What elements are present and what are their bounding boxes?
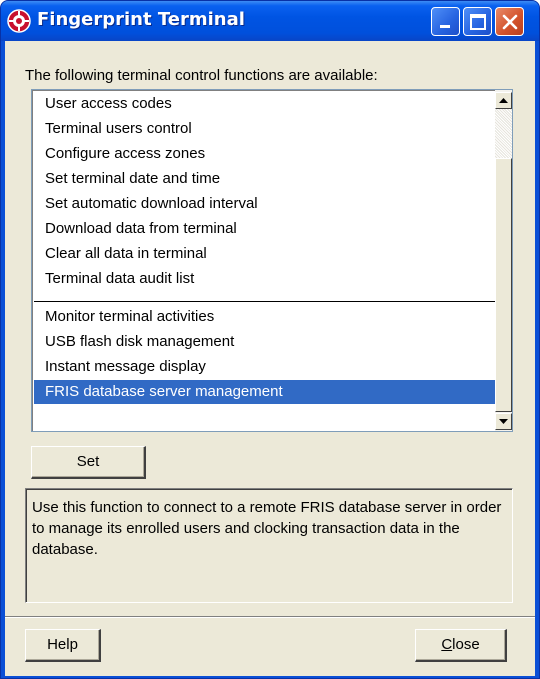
- footer-divider: [5, 616, 535, 618]
- list-item[interactable]: Set terminal date and time: [34, 167, 495, 191]
- gear-icon: [7, 9, 31, 33]
- scrollbar-thumb[interactable]: [495, 158, 512, 412]
- list-item[interactable]: Configure access zones: [34, 142, 495, 166]
- scroll-up-button[interactable]: [495, 92, 512, 109]
- window-title: Fingerprint Terminal: [37, 9, 245, 30]
- close-button[interactable]: Close: [415, 629, 507, 662]
- list-item[interactable]: Monitor terminal activities: [34, 305, 495, 329]
- scroll-down-button[interactable]: [495, 413, 512, 430]
- list-item[interactable]: Instant message display: [34, 355, 495, 379]
- list-item[interactable]: Set automatic download interval: [34, 192, 495, 216]
- minimize-icon: [440, 25, 450, 28]
- title-bar[interactable]: Fingerprint Terminal: [1, 1, 539, 41]
- minimize-button[interactable]: [431, 7, 460, 36]
- intro-label: The following terminal control functions…: [25, 67, 378, 84]
- help-button[interactable]: Help: [25, 629, 101, 662]
- list-item[interactable]: User access codes: [34, 92, 495, 116]
- app-window: Fingerprint Terminal The following termi…: [0, 0, 540, 679]
- list-item[interactable]: Terminal users control: [34, 117, 495, 141]
- arrow-down-icon: [499, 419, 508, 424]
- list-item[interactable]: USB flash disk management: [34, 330, 495, 354]
- vertical-scrollbar[interactable]: [495, 90, 512, 431]
- list-item-selected[interactable]: FRIS database server management: [34, 380, 495, 404]
- arrow-up-icon: [499, 98, 508, 103]
- list-item[interactable]: Terminal data audit list: [34, 267, 495, 291]
- maximize-button[interactable]: [463, 7, 492, 36]
- function-list[interactable]: User access codes Terminal users control…: [31, 89, 513, 432]
- function-description: Use this function to connect to a remote…: [25, 488, 513, 603]
- set-button[interactable]: Set: [31, 446, 146, 479]
- scrollbar-track[interactable]: [495, 108, 512, 158]
- list-item[interactable]: Download data from terminal: [34, 217, 495, 241]
- maximize-icon: [470, 14, 486, 30]
- close-icon: [502, 14, 518, 30]
- close-window-button[interactable]: [495, 7, 524, 36]
- list-item[interactable]: Clear all data in terminal: [34, 242, 495, 266]
- list-separator: [34, 301, 495, 302]
- close-button-accelerator: C: [441, 636, 453, 653]
- close-button-label: lose: [452, 636, 480, 653]
